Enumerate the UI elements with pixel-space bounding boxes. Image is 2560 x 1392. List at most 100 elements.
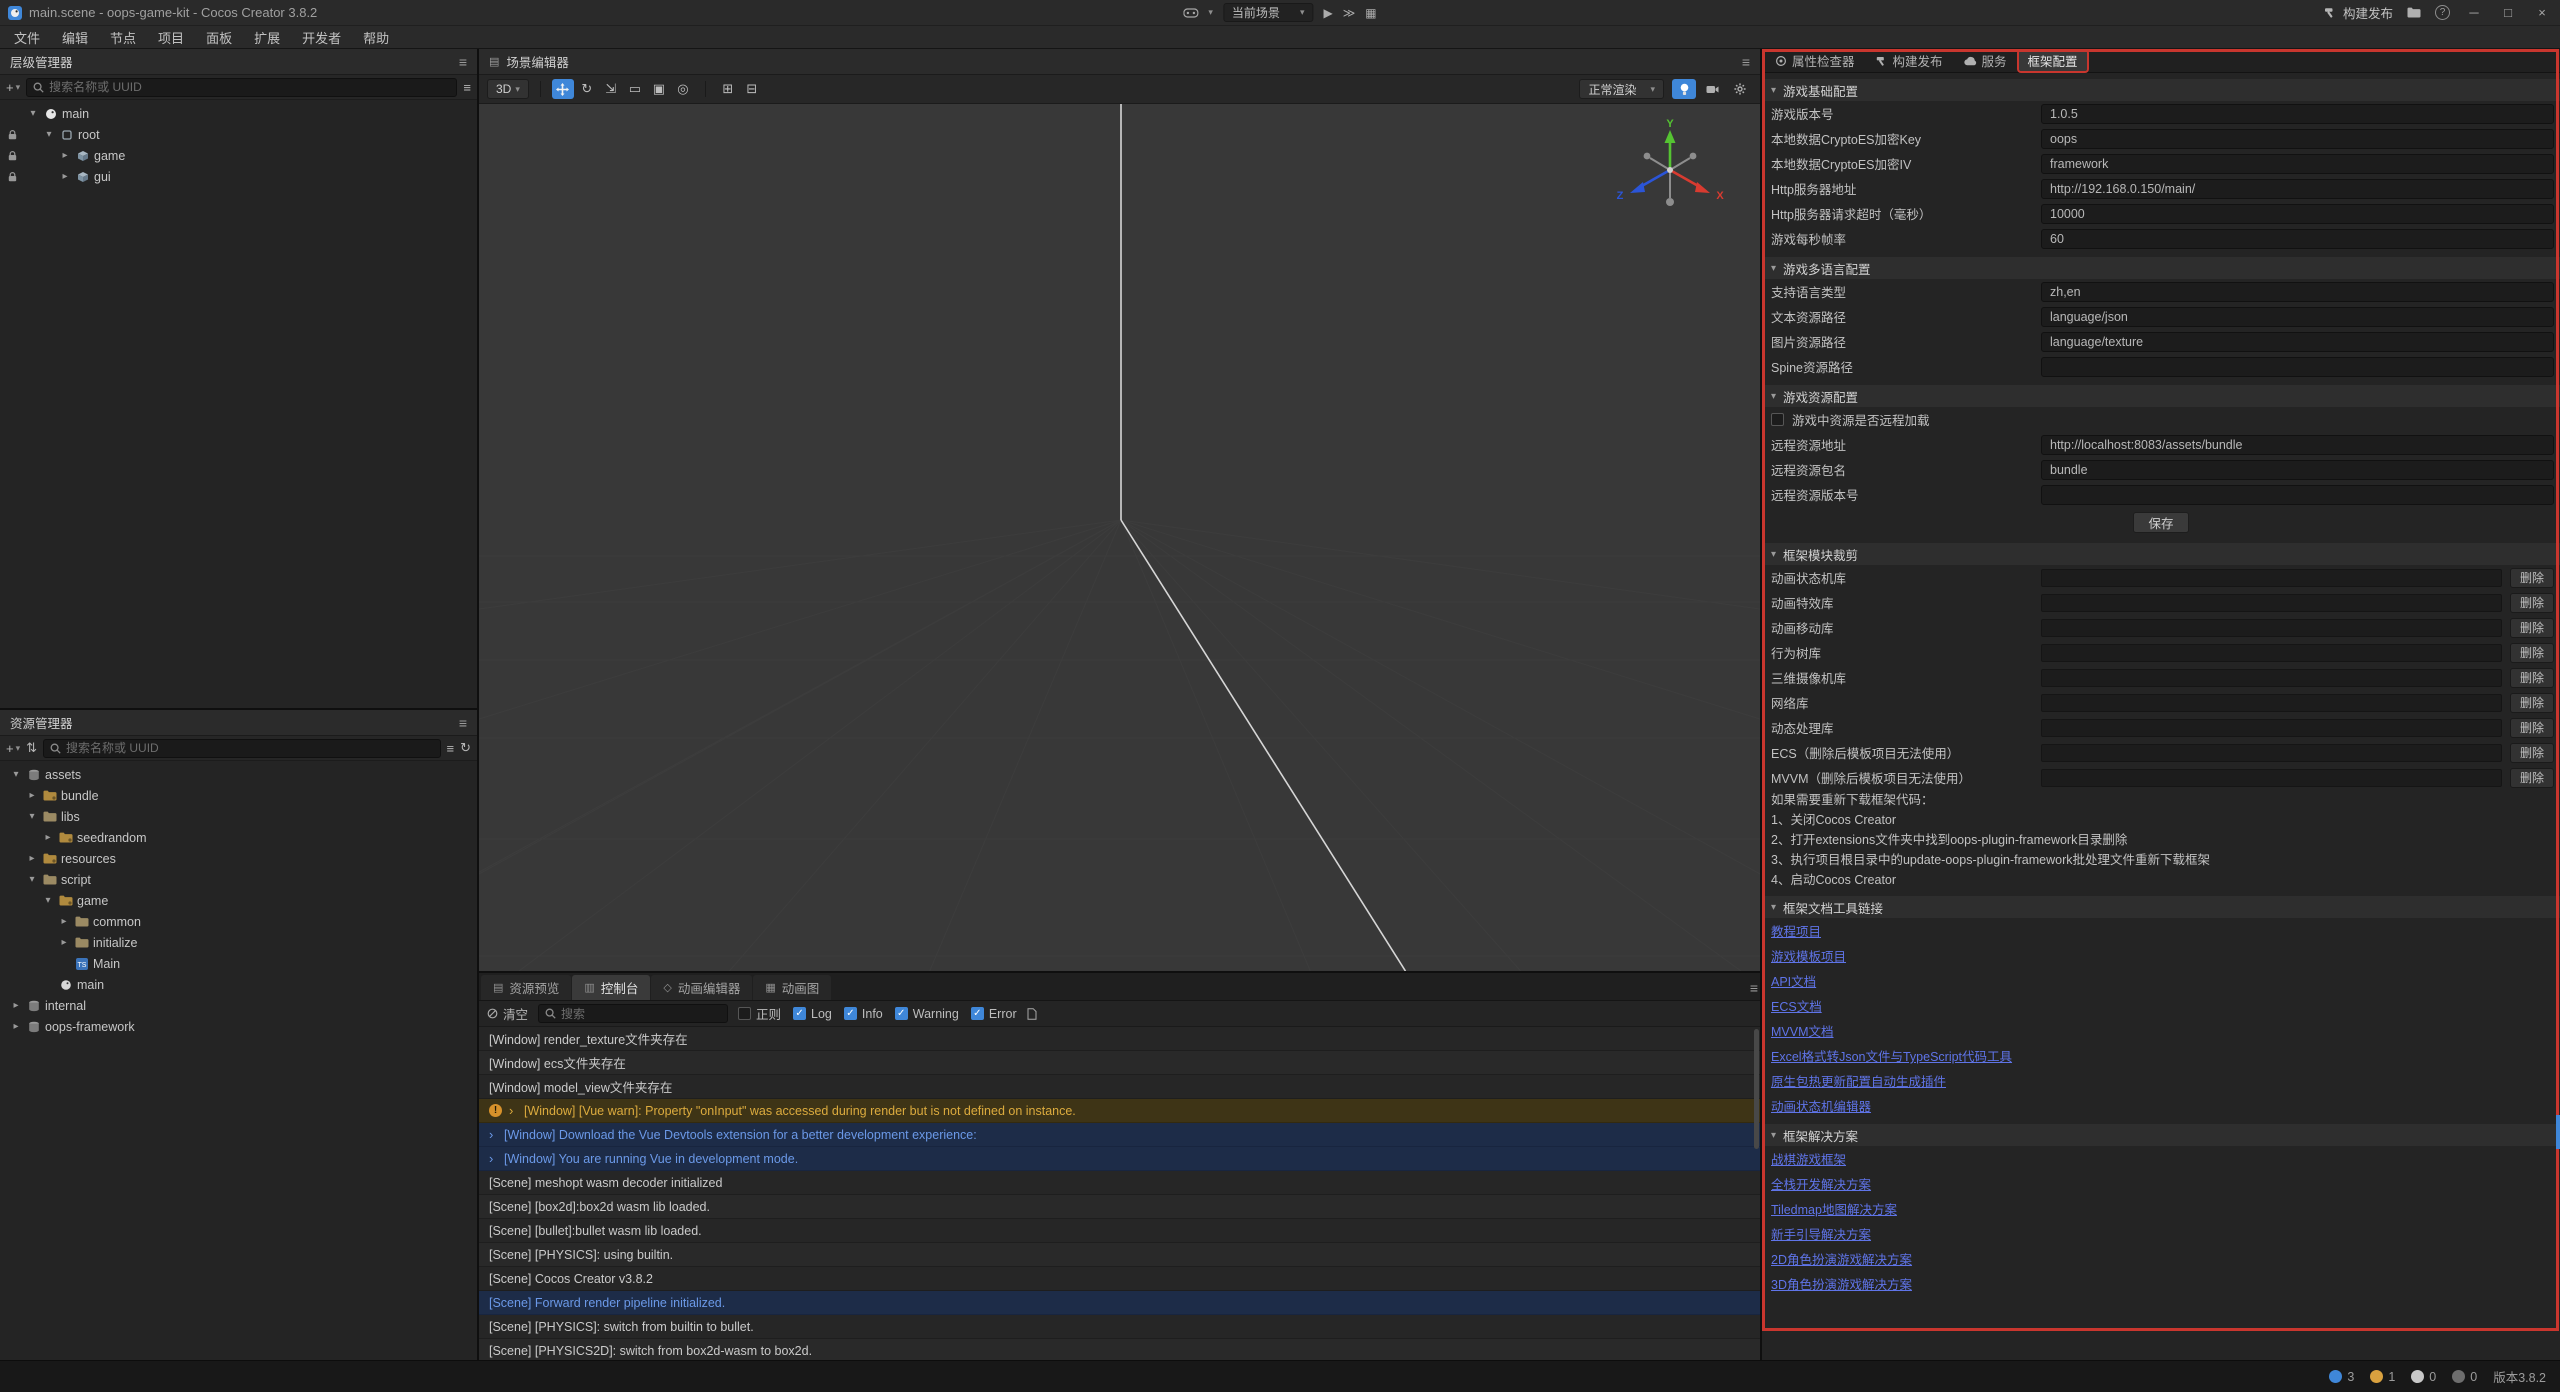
tree-node-oops-framework[interactable]: ▸oops-framework: [0, 1016, 477, 1037]
console-search-input[interactable]: [561, 1007, 721, 1021]
inspector-link[interactable]: Tiledmap地图解决方案: [1771, 1199, 1897, 1218]
delete-module-button[interactable]: 删除: [2510, 743, 2554, 763]
tree-node-root[interactable]: ▾root: [0, 124, 477, 145]
tree-node-initialize[interactable]: ▸initialize: [0, 932, 477, 953]
inspector-tab[interactable]: 属性检查器: [1766, 51, 1864, 71]
inspector-link[interactable]: API文档: [1771, 971, 1816, 990]
error-counter[interactable]: 0: [2411, 1370, 2436, 1384]
expand-arrow-icon[interactable]: ▸: [59, 150, 71, 161]
inspector-link[interactable]: Excel格式转Json文件与TypeScript代码工具: [1771, 1046, 2012, 1065]
panel-menu-icon[interactable]: ≡: [1742, 54, 1750, 70]
preview-device-icon[interactable]: [1183, 8, 1198, 18]
panel-menu-icon[interactable]: ≡: [459, 715, 467, 731]
field-input[interactable]: [2041, 282, 2554, 302]
inspector-link[interactable]: 全栈开发解决方案: [1771, 1174, 1871, 1193]
delete-module-button[interactable]: 删除: [2510, 643, 2554, 663]
scene-viewport[interactable]: YXZ: [479, 104, 1760, 971]
scale-tool-icon[interactable]: ⇲: [600, 79, 622, 99]
field-input[interactable]: [2041, 460, 2554, 480]
console-filter[interactable]: 正则: [738, 1004, 781, 1023]
render-mode-select[interactable]: 正常渲染 ▾: [1579, 79, 1664, 99]
tree-node-script[interactable]: ▾script: [0, 869, 477, 890]
tree-node-libs[interactable]: ▾libs: [0, 806, 477, 827]
console-tab[interactable]: ▦动画图: [753, 975, 831, 1000]
tree-node-resources[interactable]: ▸resources: [0, 848, 477, 869]
asset-filter-icon[interactable]: ≡: [447, 741, 455, 756]
inspector-link[interactable]: MVVM文档: [1771, 1021, 1834, 1040]
help-icon[interactable]: ?: [2435, 5, 2450, 20]
export-log-icon[interactable]: [1027, 1008, 1037, 1020]
checkbox-icon[interactable]: ✓: [971, 1007, 984, 1020]
inspector-tab[interactable]: 构建发布: [1867, 51, 1952, 71]
expand-arrow-icon[interactable]: ▸: [42, 832, 54, 843]
console-tab[interactable]: ◇动画编辑器: [651, 975, 752, 1000]
inspector-link[interactable]: 新手引导解决方案: [1771, 1224, 1871, 1243]
message-counter[interactable]: 3: [2329, 1370, 2354, 1384]
tree-node-main[interactable]: ▾main: [0, 103, 477, 124]
hierarchy-search[interactable]: [26, 78, 457, 97]
log-row[interactable]: ›[Window] You are running Vue in develop…: [479, 1147, 1760, 1171]
inspector-link[interactable]: 教程项目: [1771, 921, 1821, 940]
inspector-tab[interactable]: 框架配置: [2019, 51, 2087, 71]
section-header[interactable]: ▾框架模块裁剪: [1762, 543, 2560, 565]
inspector-link[interactable]: ECS文档: [1771, 996, 1822, 1015]
camera-toggle-icon[interactable]: [1700, 79, 1724, 99]
field-input[interactable]: [2041, 307, 2554, 327]
move-tool-icon[interactable]: [552, 79, 574, 99]
rect-tool-icon[interactable]: ▭: [624, 79, 646, 99]
expand-arrow-icon[interactable]: ▸: [10, 1000, 22, 1011]
expand-arrow-icon[interactable]: ▸: [58, 937, 70, 948]
menu-item[interactable]: 帮助: [353, 26, 399, 48]
create-node-button[interactable]: +▾: [6, 80, 20, 95]
panel-menu-icon[interactable]: ≡: [459, 54, 467, 70]
log-row[interactable]: [Scene] Forward render pipeline initiali…: [479, 1291, 1760, 1315]
world-tool-icon[interactable]: ◎: [672, 79, 694, 99]
delete-module-button[interactable]: 删除: [2510, 593, 2554, 613]
save-button[interactable]: 保存: [2133, 512, 2188, 533]
collapse-arrow-icon[interactable]: ▾: [26, 874, 38, 885]
field-input[interactable]: [2041, 357, 2554, 377]
assets-search-input[interactable]: [66, 741, 433, 755]
inspector-link[interactable]: 游戏模板项目: [1771, 946, 1846, 965]
delete-module-button[interactable]: 删除: [2510, 768, 2554, 788]
console-tab[interactable]: ▤资源预览: [481, 975, 571, 1000]
tree-node-gui[interactable]: ▸gui: [0, 166, 477, 187]
delete-module-button[interactable]: 删除: [2510, 668, 2554, 688]
log-row[interactable]: [Scene] [PHYSICS2D]: switch from box2d-w…: [479, 1339, 1760, 1360]
inspector-tab[interactable]: 服务: [1955, 51, 2016, 71]
collapse-arrow-icon[interactable]: ▾: [42, 895, 54, 906]
build-publish-button[interactable]: 构建发布: [2324, 3, 2393, 22]
tree-node-common[interactable]: ▸common: [0, 911, 477, 932]
console-filter[interactable]: ✓Warning: [895, 1004, 959, 1023]
light-toggle-icon[interactable]: [1672, 79, 1696, 99]
clear-console-button[interactable]: 清空: [487, 1004, 528, 1023]
menu-item[interactable]: 项目: [148, 26, 194, 48]
section-header[interactable]: ▾框架文档工具链接: [1762, 896, 2560, 918]
checkbox-icon[interactable]: ✓: [895, 1007, 908, 1020]
inspector-link[interactable]: 2D角色扮演游戏解决方案: [1771, 1249, 1912, 1268]
scene-selector[interactable]: 当前场景 ▾: [1223, 3, 1314, 22]
refresh-icon[interactable]: ↻: [460, 740, 471, 756]
snap-grid-icon[interactable]: ⊞: [717, 79, 739, 99]
field-input[interactable]: [2041, 204, 2554, 224]
log-expand-icon[interactable]: ›: [509, 1103, 517, 1118]
field-input[interactable]: [2041, 104, 2554, 124]
collapse-arrow-icon[interactable]: ▾: [10, 769, 22, 780]
tree-node-bundle[interactable]: ▸bundle: [0, 785, 477, 806]
delete-module-button[interactable]: 删除: [2510, 568, 2554, 588]
delete-module-button[interactable]: 删除: [2510, 618, 2554, 638]
tree-node-Main[interactable]: TSMain: [0, 953, 477, 974]
delete-module-button[interactable]: 删除: [2510, 693, 2554, 713]
collapse-arrow-icon[interactable]: ▾: [43, 129, 55, 140]
tree-node-assets[interactable]: ▾assets: [0, 764, 477, 785]
field-input[interactable]: [2041, 229, 2554, 249]
section-header[interactable]: ▾游戏资源配置: [1762, 385, 2560, 407]
field-input[interactable]: [2041, 129, 2554, 149]
menu-item[interactable]: 开发者: [292, 26, 351, 48]
open-folder-icon[interactable]: [2407, 7, 2421, 18]
console-filter[interactable]: ✓Log: [793, 1004, 832, 1023]
console-scrollbar[interactable]: [1754, 1029, 1759, 1149]
minimize-button[interactable]: ─: [2464, 5, 2484, 20]
log-row[interactable]: [Scene] [bullet]:bullet wasm lib loaded.: [479, 1219, 1760, 1243]
log-row[interactable]: [Scene] [PHYSICS]: switch from builtin t…: [479, 1315, 1760, 1339]
